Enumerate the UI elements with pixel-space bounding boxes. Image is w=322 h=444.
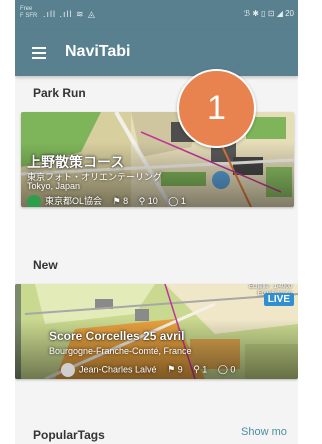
card-title: Score Corcelles 25 avril: [49, 329, 185, 343]
stat-checkpoints: 9: [177, 364, 183, 375]
section-title-popular-tags: PopularTags: [33, 428, 105, 442]
live-badge: LIVE: [263, 293, 294, 306]
stat-checkpoints: 8: [123, 196, 129, 206]
checkpoint-icon: ⚑: [112, 196, 121, 206]
menu-icon[interactable]: [32, 47, 46, 59]
card-title: 上野散策コース: [27, 154, 125, 170]
stat-runners: 10: [147, 196, 158, 206]
card-author: Jean-Charles Lalvé: [79, 364, 157, 375]
stat-comments: 0: [230, 364, 236, 375]
step-number-badge: 1: [177, 69, 256, 148]
stat-comments: 1: [180, 196, 186, 206]
stat-runners: 1: [202, 364, 208, 375]
checkpoint-icon: ⚑: [167, 364, 176, 375]
card-subtitle: Bourgogne-Franche-Comté, France: [49, 346, 192, 356]
park-run-card[interactable]: 上野散策コース 東京フォト・オリエンテーリング Tokyo, Japan 東京都…: [21, 112, 294, 207]
card-meta: Jean-Charles Lalvé ⚑ 9 ⚲ 1 ◯ 0: [61, 363, 235, 377]
signal-icon: .ıll .ıll ≋ ◬: [43, 9, 96, 19]
comment-icon: ◯: [168, 196, 179, 206]
app-screen: Free F SFR .ıll .ıll ≋ ◬ ℬ ✱ ▯ ⊡ ◢ 20 Na…: [15, 0, 298, 444]
new-card[interactable]: Echelle : 1/4000 Equidistance LIVE Score…: [15, 284, 298, 379]
carrier-line-1: Free: [20, 6, 33, 12]
section-title-new: New: [33, 258, 58, 272]
runner-icon: ⚲: [193, 364, 200, 375]
app-bar: NaviTabi: [15, 30, 298, 76]
avatar: [61, 363, 75, 377]
card-location: Tokyo, Japan: [27, 181, 81, 191]
show-more-link[interactable]: Show mo: [241, 426, 287, 438]
status-bar: Free F SFR .ıll .ıll ≋ ◬ ℬ ✱ ▯ ⊡ ◢ 20: [15, 0, 298, 30]
comment-icon: ◯: [217, 364, 228, 375]
section-title-park-run: Park Run: [33, 86, 86, 100]
scale-line-1: Echelle : 1/4000: [248, 284, 292, 290]
runner-icon: ⚲: [138, 196, 146, 206]
app-title: NaviTabi: [65, 43, 131, 60]
status-icons: ℬ ✱ ▯ ⊡ ◢ 20: [243, 9, 294, 18]
card-meta: 東京都OL協会 ⚑ 8 ⚲ 10 ◯ 1: [27, 194, 186, 207]
avatar: [27, 194, 41, 207]
carrier-line-2: F SFR: [20, 13, 38, 19]
card-author: 東京都OL協会: [45, 196, 103, 206]
carrier-label: Free F SFR: [20, 6, 37, 20]
